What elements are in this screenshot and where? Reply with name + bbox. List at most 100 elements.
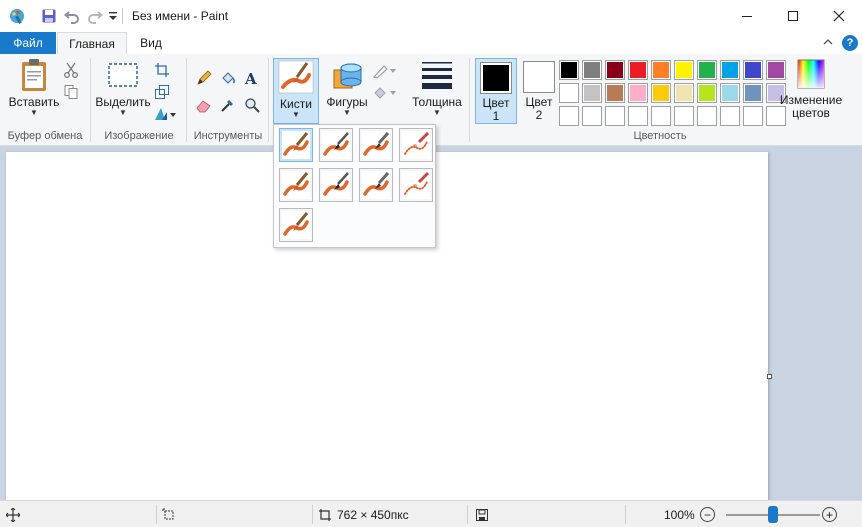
crop-icon[interactable] <box>153 61 171 79</box>
palette-swatch-color <box>676 62 692 78</box>
shapes-button[interactable]: Фигуры ▼ <box>324 58 370 117</box>
edit-colors-button[interactable]: Изменение цветов <box>780 58 842 120</box>
shapes-icon <box>333 63 362 89</box>
customize-dropdown-icon[interactable] <box>104 7 122 25</box>
palette-swatch[interactable] <box>674 83 694 103</box>
paste-dropdown-icon[interactable]: ▼ <box>30 109 38 117</box>
fill-icon[interactable] <box>372 84 398 102</box>
clipboard-icon <box>22 59 46 91</box>
title-bar: Без имени - Paint <box>0 0 862 32</box>
selection-size-icon <box>162 508 176 522</box>
minimize-button[interactable] <box>724 0 770 32</box>
eraser-icon[interactable] <box>195 96 213 114</box>
palette-swatch[interactable] <box>605 83 625 103</box>
save-icon[interactable] <box>40 7 58 25</box>
palette-swatch[interactable] <box>697 60 717 80</box>
size-button[interactable]: Толщина ▼ <box>410 58 464 117</box>
palette-swatch[interactable] <box>582 106 602 126</box>
palette-swatch[interactable] <box>651 83 671 103</box>
paste-button[interactable]: Вставить ▼ <box>6 58 62 117</box>
line-thickness-icon <box>422 62 452 89</box>
palette-swatch[interactable] <box>651 60 671 80</box>
fill-bucket-icon[interactable] <box>219 69 237 87</box>
select-button[interactable]: Выделить ▼ <box>94 58 152 117</box>
cut-icon[interactable] <box>62 61 80 79</box>
shapes-dropdown-icon[interactable]: ▼ <box>343 109 351 117</box>
group-divider <box>90 58 91 142</box>
palette-swatch[interactable] <box>743 83 763 103</box>
palette-swatch[interactable] <box>720 83 740 103</box>
palette-swatch[interactable] <box>628 60 648 80</box>
color1-swatch <box>480 62 512 94</box>
palette-swatch-color <box>653 62 669 78</box>
canvas-resize-handle[interactable] <box>767 374 772 379</box>
pencil-icon[interactable] <box>195 69 213 87</box>
close-icon <box>833 10 845 22</box>
palette-swatch[interactable] <box>605 106 625 126</box>
select-dropdown-icon[interactable]: ▼ <box>119 109 127 117</box>
zoom-slider-thumb[interactable] <box>768 506 778 523</box>
palette-swatch[interactable] <box>582 83 602 103</box>
size-dropdown-icon[interactable]: ▼ <box>433 109 441 117</box>
palette-swatch[interactable] <box>559 83 579 103</box>
watercolor-brush-option[interactable] <box>279 208 313 242</box>
palette-swatch[interactable] <box>628 106 648 126</box>
palette-swatch[interactable] <box>743 60 763 80</box>
color1-label-text: Цвет <box>482 96 510 110</box>
status-divider <box>625 505 626 524</box>
status-divider <box>156 505 157 524</box>
watercolor-brush-icon <box>282 211 310 239</box>
tab-home[interactable]: Главная <box>57 32 127 54</box>
brush-icon <box>278 60 314 94</box>
zoom-in-button[interactable]: + <box>822 507 837 522</box>
color-spectrum-icon <box>797 59 825 89</box>
oil-brush-option[interactable] <box>279 168 313 202</box>
marker-option[interactable] <box>359 168 393 202</box>
palette-swatch[interactable] <box>628 83 648 103</box>
palette-swatch[interactable] <box>697 106 717 126</box>
palette-swatch[interactable] <box>743 106 763 126</box>
outline-icon[interactable] <box>372 62 398 80</box>
crayon-option[interactable] <box>319 168 353 202</box>
resize-icon[interactable] <box>153 83 171 101</box>
text-tool-icon[interactable]: A <box>243 69 261 87</box>
calligraphy-brush-2-option[interactable] <box>359 128 393 162</box>
color1-button[interactable]: Цвет 1 <box>475 58 517 124</box>
image-group-label: Изображение <box>104 130 174 142</box>
palette-swatch[interactable] <box>674 60 694 80</box>
palette-swatch[interactable] <box>605 60 625 80</box>
redo-icon[interactable] <box>86 7 104 25</box>
paint-app-icon[interactable] <box>8 7 26 25</box>
close-button[interactable] <box>816 0 862 32</box>
tab-view[interactable]: Вид <box>131 32 171 54</box>
palette-swatch[interactable] <box>697 83 717 103</box>
collapse-ribbon-button[interactable] <box>820 34 836 50</box>
palette-swatch[interactable] <box>651 106 671 126</box>
magnifier-icon[interactable] <box>243 96 261 114</box>
undo-icon[interactable] <box>63 7 81 25</box>
palette-swatch[interactable] <box>674 106 694 126</box>
palette-swatch[interactable] <box>559 60 579 80</box>
brush-option[interactable] <box>279 128 313 162</box>
natural-pencil-option[interactable] <box>399 168 433 202</box>
copy-icon[interactable] <box>62 83 80 101</box>
rotate-icon[interactable] <box>153 105 177 123</box>
airbrush-option[interactable] <box>399 128 433 162</box>
palette-swatch[interactable] <box>559 106 579 126</box>
palette-swatch-color <box>607 62 623 78</box>
palette-swatch[interactable] <box>720 60 740 80</box>
color-picker-icon[interactable] <box>219 96 237 114</box>
calligraphy-brush-1-option[interactable] <box>319 128 353 162</box>
maximize-button[interactable] <box>770 0 816 32</box>
palette-swatch[interactable] <box>582 60 602 80</box>
group-divider <box>186 58 187 142</box>
palette-swatch-color <box>630 62 646 78</box>
brushes-button[interactable]: Кисти ▼ <box>273 58 319 124</box>
help-button[interactable]: ? <box>842 35 858 51</box>
color2-button[interactable]: Цвет 2 <box>518 58 560 124</box>
tab-file[interactable]: Файл <box>0 32 56 54</box>
zoom-out-button[interactable]: − <box>700 507 715 522</box>
palette-swatch[interactable] <box>720 106 740 126</box>
minimize-icon <box>742 16 752 17</box>
calligraphy-brush-2-icon <box>362 131 390 159</box>
